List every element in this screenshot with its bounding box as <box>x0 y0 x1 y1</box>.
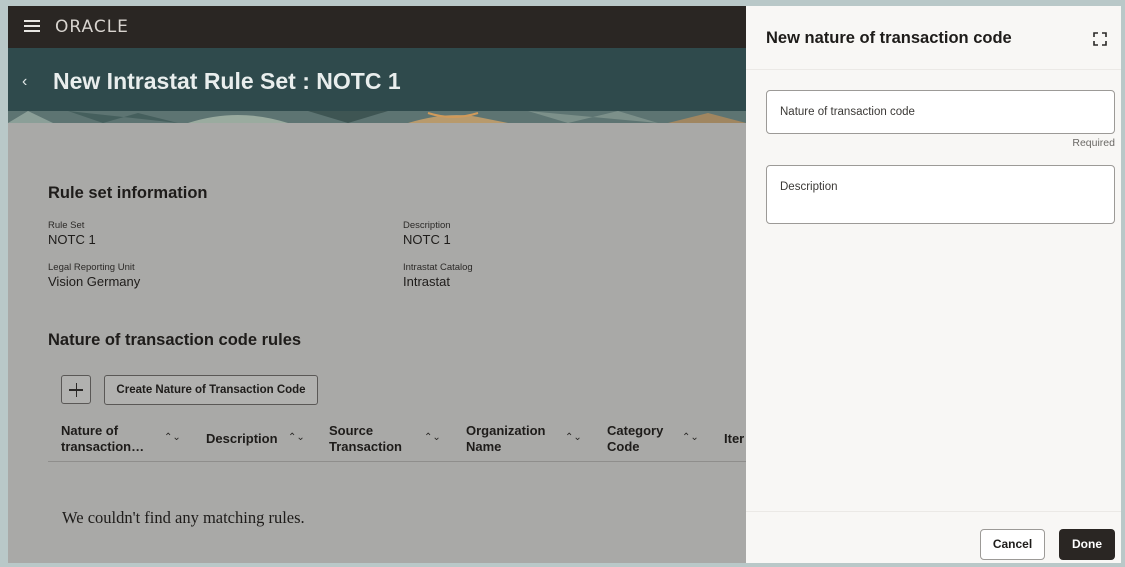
create-nature-of-transaction-code-button[interactable]: Create Nature of Transaction Code <box>104 375 318 405</box>
column-header-category-line1: Category <box>607 423 664 438</box>
required-hint: Required <box>1072 137 1115 149</box>
sort-icon[interactable]: ⌃⌄ <box>424 432 441 443</box>
nature-of-transaction-code-input[interactable]: Nature of transaction code <box>766 90 1115 134</box>
column-header-item-line1: Iter <box>724 431 745 446</box>
drawer-header: New nature of transaction code <box>746 6 1121 70</box>
description-label: Description <box>403 220 451 231</box>
column-header-category-line2: Code <box>607 439 640 454</box>
oracle-logo: ORACLE <box>55 17 129 37</box>
done-button[interactable]: Done <box>1059 529 1115 560</box>
sort-icon[interactable]: ⌃⌄ <box>565 432 582 443</box>
column-header-source-line1: Source <box>329 423 374 438</box>
page-content: Rule set information Rule Set NOTC 1 Des… <box>8 123 746 563</box>
add-rule-button[interactable] <box>61 375 91 404</box>
sort-icon[interactable]: ⌃⌄ <box>682 432 699 443</box>
menu-icon[interactable] <box>24 20 40 32</box>
back-icon[interactable]: ‹ <box>22 73 27 91</box>
column-header-organization-line1: Organization <box>466 423 546 438</box>
column-header-source-transaction[interactable]: Source Transaction <box>329 423 402 455</box>
column-header-organization-line2: Name <box>466 439 502 454</box>
nature-of-transaction-code-label: Nature of transaction code <box>780 106 915 118</box>
column-header-nature-line2: transaction… <box>61 439 145 454</box>
description-field-label: Description <box>780 181 838 193</box>
page-title: New Intrastat Rule Set : NOTC 1 <box>53 68 401 94</box>
cancel-button[interactable]: Cancel <box>980 529 1045 560</box>
description-textarea[interactable]: Description <box>766 165 1115 224</box>
description-value: NOTC 1 <box>403 232 451 247</box>
rule-set-value: NOTC 1 <box>48 232 96 247</box>
page-header: ‹ New Intrastat Rule Set : NOTC 1 <box>8 48 746 123</box>
table-header-divider <box>48 461 746 462</box>
side-drawer: New nature of transaction code Nature of… <box>746 6 1121 563</box>
section-heading-rules: Nature of transaction code rules <box>48 331 302 349</box>
intrastat-catalog-label: Intrastat Catalog <box>403 262 473 273</box>
column-header-description-line1: Description <box>206 431 278 446</box>
expand-icon[interactable] <box>1093 32 1107 46</box>
column-header-organization-name[interactable]: Organization Name <box>466 423 545 455</box>
rule-set-label: Rule Set <box>48 220 85 231</box>
column-header-category-code[interactable]: Category Code <box>607 423 663 455</box>
legal-reporting-unit-value: Vision Germany <box>48 274 141 289</box>
column-header-nature-line1: Nature of <box>61 423 119 438</box>
column-header-nature[interactable]: Nature of transaction… <box>61 423 144 455</box>
legal-reporting-unit-label: Legal Reporting Unit <box>48 262 135 273</box>
sort-icon[interactable]: ⌃⌄ <box>164 432 181 443</box>
intrastat-catalog-value: Intrastat <box>403 274 450 289</box>
column-header-description[interactable]: Description <box>206 431 278 447</box>
drawer-footer: Cancel Done <box>746 511 1121 563</box>
top-bar: ORACLE <box>8 6 746 48</box>
empty-table-message: We couldn't find any matching rules. <box>62 508 305 527</box>
section-heading-rule-set: Rule set information <box>48 184 208 202</box>
column-header-item[interactable]: Iter <box>724 431 744 447</box>
drawer-title: New nature of transaction code <box>766 29 1012 47</box>
sort-icon[interactable]: ⌃⌄ <box>288 432 305 443</box>
column-header-source-line2: Transaction <box>329 439 402 454</box>
header-pattern <box>8 111 746 123</box>
main-page: ORACLE ‹ New Intrastat Rule Set : NOTC 1… <box>8 6 746 563</box>
app-window: ORACLE ‹ New Intrastat Rule Set : NOTC 1… <box>8 6 1121 563</box>
